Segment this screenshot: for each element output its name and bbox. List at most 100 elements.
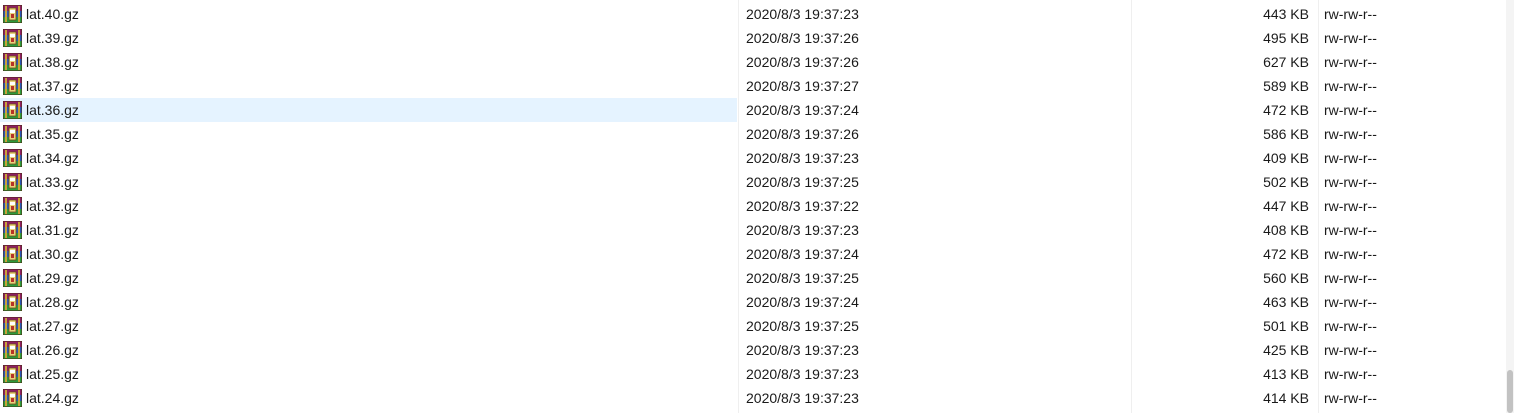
archive-icon <box>2 220 23 240</box>
file-modified-date: 2020/8/3 19:37:25 <box>746 270 859 286</box>
file-name-cell[interactable]: lat.40.gz <box>0 2 737 26</box>
file-modified-date: 2020/8/3 19:37:24 <box>746 294 859 310</box>
file-name: lat.38.gz <box>26 54 79 70</box>
file-permissions: rw-rw-r-- <box>1324 150 1377 166</box>
file-name-cell[interactable]: lat.38.gz <box>0 50 737 74</box>
file-permissions: rw-rw-r-- <box>1324 246 1377 262</box>
file-size: 495 KB <box>1263 30 1309 46</box>
file-size: 586 KB <box>1263 126 1309 142</box>
file-row[interactable]: lat.28.gz 2020/8/3 19:37:24 463 KB rw-rw… <box>0 290 1506 314</box>
file-modified-date: 2020/8/3 19:37:24 <box>746 246 859 262</box>
archive-icon <box>2 76 23 96</box>
file-permissions: rw-rw-r-- <box>1324 294 1377 310</box>
archive-icon <box>2 340 23 360</box>
file-size: 409 KB <box>1263 150 1309 166</box>
file-size: 627 KB <box>1263 54 1309 70</box>
file-size: 425 KB <box>1263 342 1309 358</box>
file-modified-date: 2020/8/3 19:37:23 <box>746 150 859 166</box>
file-name-cell[interactable]: lat.26.gz <box>0 338 737 362</box>
file-name-cell[interactable]: lat.27.gz <box>0 314 737 338</box>
archive-icon <box>2 100 23 120</box>
archive-icon <box>2 268 23 288</box>
file-name-cell[interactable]: lat.24.gz <box>0 386 737 410</box>
file-name-cell[interactable]: lat.33.gz <box>0 170 737 194</box>
archive-icon <box>2 364 23 384</box>
file-modified-date: 2020/8/3 19:37:27 <box>746 78 859 94</box>
file-name-cell[interactable]: lat.37.gz <box>0 74 737 98</box>
file-name-cell[interactable]: lat.34.gz <box>0 146 737 170</box>
file-row[interactable]: lat.40.gz 2020/8/3 19:37:23 443 KB rw-rw… <box>0 2 1506 26</box>
file-name: lat.32.gz <box>26 198 79 214</box>
file-name: lat.29.gz <box>26 270 79 286</box>
file-row[interactable]: lat.35.gz 2020/8/3 19:37:26 586 KB rw-rw… <box>0 122 1506 146</box>
file-name: lat.30.gz <box>26 246 79 262</box>
file-permissions: rw-rw-r-- <box>1324 318 1377 334</box>
file-permissions: rw-rw-r-- <box>1324 390 1377 406</box>
archive-icon <box>2 4 23 24</box>
archive-icon <box>2 124 23 144</box>
file-row[interactable]: lat.31.gz 2020/8/3 19:37:23 408 KB rw-rw… <box>0 218 1506 242</box>
file-size: 443 KB <box>1263 6 1309 22</box>
file-name: lat.25.gz <box>26 366 79 382</box>
file-permissions: rw-rw-r-- <box>1324 174 1377 190</box>
file-name: lat.39.gz <box>26 30 79 46</box>
file-size: 501 KB <box>1263 318 1309 334</box>
archive-icon <box>2 172 23 192</box>
file-permissions: rw-rw-r-- <box>1324 6 1377 22</box>
file-name-cell[interactable]: lat.30.gz <box>0 242 737 266</box>
file-permissions: rw-rw-r-- <box>1324 126 1377 142</box>
file-size: 447 KB <box>1263 198 1309 214</box>
file-size: 589 KB <box>1263 78 1309 94</box>
file-size: 463 KB <box>1263 294 1309 310</box>
file-size: 408 KB <box>1263 222 1309 238</box>
file-name: lat.31.gz <box>26 222 79 238</box>
file-row[interactable]: lat.29.gz 2020/8/3 19:37:25 560 KB rw-rw… <box>0 266 1506 290</box>
file-name-cell[interactable]: lat.29.gz <box>0 266 737 290</box>
file-name: lat.34.gz <box>26 150 79 166</box>
file-row[interactable]: lat.25.gz 2020/8/3 19:37:23 413 KB rw-rw… <box>0 362 1506 386</box>
file-name: lat.24.gz <box>26 390 79 406</box>
file-name-cell[interactable]: lat.35.gz <box>0 122 737 146</box>
file-name-cell[interactable]: lat.39.gz <box>0 26 737 50</box>
vertical-scrollbar-thumb[interactable] <box>1507 370 1513 413</box>
file-row[interactable]: lat.37.gz 2020/8/3 19:37:27 589 KB rw-rw… <box>0 74 1506 98</box>
file-permissions: rw-rw-r-- <box>1324 54 1377 70</box>
file-modified-date: 2020/8/3 19:37:26 <box>746 30 859 46</box>
file-name: lat.27.gz <box>26 318 79 334</box>
file-name: lat.40.gz <box>26 6 79 22</box>
vertical-scrollbar[interactable] <box>1506 0 1514 413</box>
file-permissions: rw-rw-r-- <box>1324 78 1377 94</box>
file-row[interactable]: lat.36.gz 2020/8/3 19:37:24 472 KB rw-rw… <box>0 98 1506 122</box>
file-row[interactable]: lat.33.gz 2020/8/3 19:37:25 502 KB rw-rw… <box>0 170 1506 194</box>
file-size: 413 KB <box>1263 366 1309 382</box>
file-permissions: rw-rw-r-- <box>1324 30 1377 46</box>
file-name: lat.35.gz <box>26 126 79 142</box>
file-name-cell[interactable]: lat.31.gz <box>0 218 737 242</box>
file-row[interactable]: lat.30.gz 2020/8/3 19:37:24 472 KB rw-rw… <box>0 242 1506 266</box>
file-row[interactable]: lat.32.gz 2020/8/3 19:37:22 447 KB rw-rw… <box>0 194 1506 218</box>
file-row[interactable]: lat.24.gz 2020/8/3 19:37:23 414 KB rw-rw… <box>0 386 1506 410</box>
file-modified-date: 2020/8/3 19:37:26 <box>746 126 859 142</box>
archive-icon <box>2 52 23 72</box>
archive-icon <box>2 196 23 216</box>
file-row[interactable]: lat.26.gz 2020/8/3 19:37:23 425 KB rw-rw… <box>0 338 1506 362</box>
archive-icon <box>2 316 23 336</box>
file-modified-date: 2020/8/3 19:37:23 <box>746 6 859 22</box>
file-row[interactable]: lat.38.gz 2020/8/3 19:37:26 627 KB rw-rw… <box>0 50 1506 74</box>
archive-icon <box>2 148 23 168</box>
file-name-cell[interactable]: lat.36.gz <box>0 98 737 122</box>
file-permissions: rw-rw-r-- <box>1324 102 1377 118</box>
file-row[interactable]: lat.27.gz 2020/8/3 19:37:25 501 KB rw-rw… <box>0 314 1506 338</box>
file-name-cell[interactable]: lat.32.gz <box>0 194 737 218</box>
file-modified-date: 2020/8/3 19:37:24 <box>746 102 859 118</box>
file-modified-date: 2020/8/3 19:37:23 <box>746 366 859 382</box>
file-size: 560 KB <box>1263 270 1309 286</box>
file-row[interactable]: lat.34.gz 2020/8/3 19:37:23 409 KB rw-rw… <box>0 146 1506 170</box>
file-modified-date: 2020/8/3 19:37:23 <box>746 222 859 238</box>
file-name-cell[interactable]: lat.28.gz <box>0 290 737 314</box>
file-row[interactable]: lat.39.gz 2020/8/3 19:37:26 495 KB rw-rw… <box>0 26 1506 50</box>
archive-icon <box>2 28 23 48</box>
file-modified-date: 2020/8/3 19:37:22 <box>746 198 859 214</box>
file-permissions: rw-rw-r-- <box>1324 342 1377 358</box>
file-name-cell[interactable]: lat.25.gz <box>0 362 737 386</box>
